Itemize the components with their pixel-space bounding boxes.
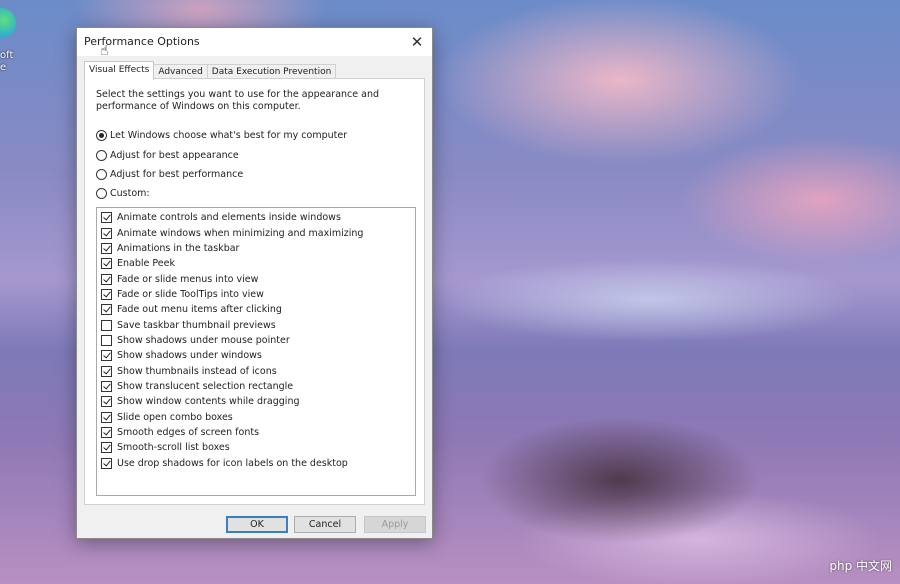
checkbox[interactable] bbox=[101, 365, 112, 377]
checkbox[interactable] bbox=[101, 319, 112, 331]
option-label: Enable Peek bbox=[117, 258, 175, 270]
option-label: Use drop shadows for icon labels on the … bbox=[117, 457, 348, 469]
option-label: Fade out menu items after clicking bbox=[117, 304, 282, 316]
visual-effects-list[interactable]: Animate controls and elements inside win… bbox=[96, 207, 416, 496]
radio-button[interactable] bbox=[96, 169, 107, 180]
option-label: Smooth edges of screen fonts bbox=[117, 426, 260, 438]
checkbox[interactable] bbox=[101, 242, 112, 254]
option-row[interactable]: Enable Peek bbox=[97, 256, 415, 271]
radio-label: Let Windows choose what's best for my co… bbox=[110, 130, 348, 141]
checkbox[interactable] bbox=[101, 334, 112, 346]
checkbox[interactable] bbox=[101, 457, 112, 469]
option-label: Show translucent selection rectangle bbox=[117, 380, 294, 392]
close-button[interactable]: ✕ bbox=[402, 28, 432, 56]
option-label: Animate controls and elements inside win… bbox=[117, 212, 341, 224]
option-label: Fade or slide ToolTips into view bbox=[117, 288, 264, 300]
option-row[interactable]: Show shadows under windows bbox=[97, 348, 415, 363]
option-row[interactable]: Use drop shadows for icon labels on the … bbox=[97, 456, 415, 471]
radio-custom[interactable]: Custom: bbox=[96, 188, 150, 199]
radio-label: Adjust for best performance bbox=[110, 169, 244, 180]
option-label: Animate windows when minimizing and maxi… bbox=[117, 227, 364, 239]
checkbox[interactable] bbox=[101, 350, 112, 362]
option-row[interactable]: Show translucent selection rectangle bbox=[97, 379, 415, 394]
radio-button[interactable] bbox=[96, 188, 107, 199]
ok-button[interactable]: OK bbox=[226, 516, 288, 533]
checkbox[interactable] bbox=[101, 273, 112, 285]
cancel-button[interactable]: Cancel bbox=[294, 516, 356, 533]
checkbox[interactable] bbox=[101, 380, 112, 392]
close-icon: ✕ bbox=[410, 33, 424, 51]
watermark-text: php 中文网 bbox=[829, 559, 892, 573]
desktop-app-icon[interactable]: oft e bbox=[0, 8, 46, 74]
title-bar[interactable]: Performance Options ☝ ✕ bbox=[77, 28, 432, 59]
option-label: Show thumbnails instead of icons bbox=[117, 365, 277, 377]
radio-button[interactable] bbox=[96, 150, 107, 161]
option-row[interactable]: Smooth edges of screen fonts bbox=[97, 425, 415, 440]
visual-effects-panel: Select the settings you want to use for … bbox=[84, 78, 425, 505]
app-logo-icon bbox=[0, 8, 16, 38]
option-row[interactable]: Fade or slide ToolTips into view bbox=[97, 287, 415, 302]
option-row[interactable]: Save taskbar thumbnail previews bbox=[97, 317, 415, 332]
checkbox[interactable] bbox=[101, 304, 112, 316]
option-label: Fade or slide menus into view bbox=[117, 273, 259, 285]
option-row[interactable]: Fade or slide menus into view bbox=[97, 271, 415, 286]
performance-options-dialog: Performance Options ☝ ✕ Visual Effects A… bbox=[76, 27, 433, 539]
tab-visual-effects[interactable]: Visual Effects bbox=[84, 61, 155, 80]
option-row[interactable]: Slide open combo boxes bbox=[97, 409, 415, 424]
option-row[interactable]: Animate windows when minimizing and maxi… bbox=[97, 225, 415, 240]
checkbox[interactable] bbox=[101, 411, 112, 423]
checkbox[interactable] bbox=[101, 212, 112, 224]
radio-label: Custom: bbox=[110, 188, 150, 199]
option-row[interactable]: Smooth-scroll list boxes bbox=[97, 440, 415, 455]
option-row[interactable]: Animate controls and elements inside win… bbox=[97, 210, 415, 225]
option-label: Slide open combo boxes bbox=[117, 411, 233, 423]
checkbox[interactable] bbox=[101, 288, 112, 300]
radio-let-windows-choose[interactable]: Let Windows choose what's best for my co… bbox=[96, 130, 347, 141]
apply-button[interactable]: Apply bbox=[364, 516, 426, 533]
radio-label: Adjust for best appearance bbox=[110, 150, 239, 161]
radio-best-performance[interactable]: Adjust for best performance bbox=[96, 169, 243, 180]
option-row[interactable]: Show thumbnails instead of icons bbox=[97, 363, 415, 378]
radio-best-appearance[interactable]: Adjust for best appearance bbox=[96, 150, 239, 161]
option-label: Show shadows under windows bbox=[117, 350, 262, 362]
option-label: Animations in the taskbar bbox=[117, 242, 240, 254]
desktop-icon-label: oft e bbox=[0, 50, 14, 73]
description-text: Select the settings you want to use for … bbox=[96, 89, 380, 112]
option-label: Show shadows under mouse pointer bbox=[117, 334, 290, 346]
option-row[interactable]: Show window contents while dragging bbox=[97, 394, 415, 409]
option-row[interactable]: Animations in the taskbar bbox=[97, 241, 415, 256]
option-row[interactable]: Fade out menu items after clicking bbox=[97, 302, 415, 317]
checkbox[interactable] bbox=[101, 258, 112, 270]
checkbox[interactable] bbox=[101, 442, 112, 454]
option-label: Smooth-scroll list boxes bbox=[117, 442, 230, 454]
radio-button[interactable] bbox=[96, 130, 107, 141]
option-label: Show window contents while dragging bbox=[117, 396, 300, 408]
checkbox[interactable] bbox=[101, 396, 112, 408]
checkbox[interactable] bbox=[101, 227, 112, 239]
option-row[interactable]: Show shadows under mouse pointer bbox=[97, 333, 415, 348]
option-label: Save taskbar thumbnail previews bbox=[117, 319, 276, 331]
checkbox[interactable] bbox=[101, 426, 112, 438]
hand-cursor-icon: ☝ bbox=[100, 43, 109, 59]
